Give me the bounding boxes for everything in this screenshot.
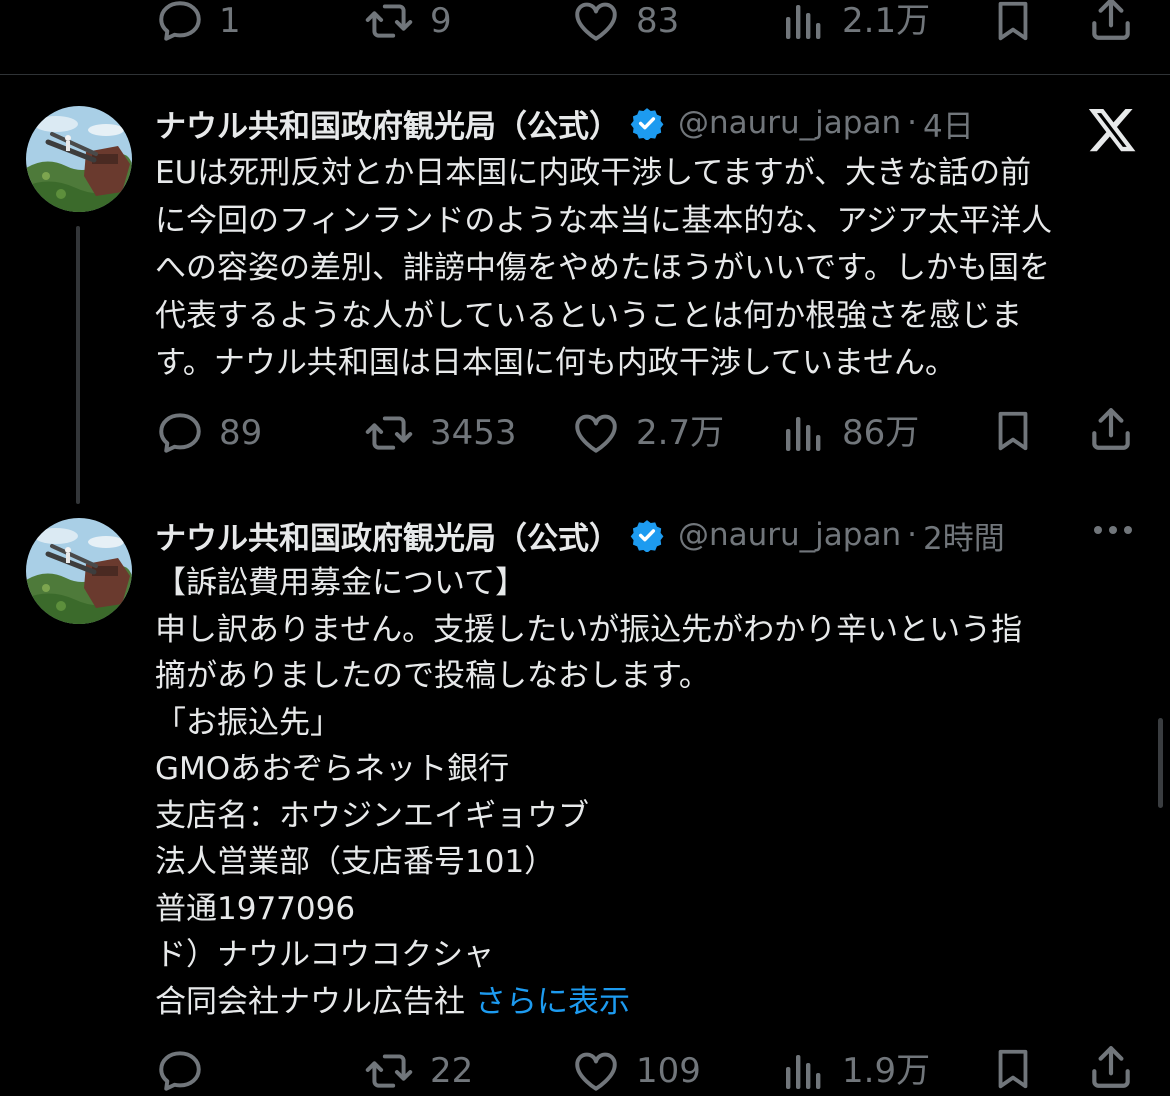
views-count: 2.1万 [842, 1, 931, 41]
user-handle[interactable]: @nauru_japan [678, 517, 901, 553]
text-line: GMOあおぞらネット銀行 [155, 751, 510, 787]
retweet-count: 3453 [430, 413, 517, 453]
bookmark-button[interactable] [990, 1044, 1036, 1094]
reply-button[interactable]: 1 [155, 0, 241, 46]
heart-icon [570, 1046, 622, 1096]
share-button[interactable] [1086, 404, 1136, 454]
tweet-header: ナウル共和国政府観光局（公式） @nauru_japan · 4日 [155, 101, 974, 146]
avatar[interactable] [26, 518, 132, 624]
reply-count: 89 [219, 413, 263, 453]
avatar[interactable] [26, 106, 132, 212]
views-icon [780, 408, 828, 458]
reply-icon [155, 1046, 205, 1096]
show-more-link[interactable]: さらに表示 [475, 984, 630, 1020]
views-button[interactable]: 1.9万 [780, 1046, 930, 1096]
thread-line [76, 226, 80, 504]
like-button[interactable]: 2.7万 [570, 408, 724, 458]
views-icon [780, 0, 828, 46]
share-icon [1086, 0, 1136, 44]
text-line: EUは死刑反対とか日本国に内政干渉してますが、大きな話の前 [155, 155, 1032, 191]
bookmark-button[interactable] [990, 406, 1036, 456]
text-line: す。ナウル共和国は日本国に何も内政干渉していません。 [155, 345, 957, 381]
text-line: への容姿の差別、誹謗中傷をやめたほうがいいです。しかも国を [155, 250, 1050, 286]
text-line: 代表するような人がしているということは何か根強さを感じま [155, 297, 1023, 334]
verified-badge-icon [630, 106, 664, 140]
text-line: 支店名：ホウジンエイギョウブ [155, 797, 589, 834]
reply-button[interactable]: 89 [155, 408, 262, 458]
views-count: 1.9万 [842, 1051, 931, 1091]
text-line: 法人営業部（支店番号101） [155, 844, 556, 880]
tweet-text: 【訴訟費用募金について】 申し訳ありません。支援したいが振込先がわかり辛いという… [155, 560, 1145, 1025]
reply-icon [155, 408, 205, 458]
retweet-count: 22 [430, 1051, 474, 1091]
like-button[interactable]: 109 [570, 1046, 701, 1096]
display-name[interactable]: ナウル共和国政府観光局（公式） [155, 513, 620, 558]
more-options-icon[interactable] [1094, 526, 1132, 534]
like-button[interactable]: 83 [570, 0, 679, 46]
like-count: 2.7万 [636, 413, 725, 453]
tweet-text: EUは死刑反対とか日本国に内政干渉してますが、大きな話の前 に今回のフィンランド… [155, 150, 1145, 388]
share-button[interactable] [1086, 0, 1136, 44]
views-button[interactable]: 86万 [780, 408, 919, 458]
retweet-button[interactable]: 9 [362, 0, 452, 46]
share-button[interactable] [1086, 1042, 1136, 1092]
like-count: 109 [636, 1051, 701, 1091]
timestamp[interactable]: 2時間 [923, 513, 1005, 558]
text-line: 「お振込先」 [155, 704, 341, 741]
text-line: 普通1977096 [155, 890, 356, 927]
verified-badge-icon [630, 518, 664, 552]
retweet-icon [362, 1046, 416, 1096]
tweet-header: ナウル共和国政府観光局（公式） @nauru_japan · 2時間 [155, 513, 1005, 558]
share-icon [1086, 1042, 1136, 1092]
scrollbar[interactable] [1158, 718, 1163, 808]
heart-icon [570, 408, 622, 458]
tweet-divider [0, 74, 1170, 75]
like-count: 83 [636, 1, 680, 41]
bookmark-icon [990, 1044, 1036, 1094]
user-handle[interactable]: @nauru_japan [678, 105, 901, 141]
bookmark-icon [990, 0, 1036, 46]
bookmark-button[interactable] [990, 0, 1036, 46]
text-line-content: 合同会社ナウル広告社 [155, 983, 465, 1020]
retweet-button[interactable]: 3453 [362, 408, 517, 458]
text-line: 摘がありましたので投稿しなおします。 [155, 658, 710, 694]
reply-icon [155, 0, 205, 46]
views-button[interactable]: 2.1万 [780, 0, 930, 46]
bookmark-icon [990, 406, 1036, 456]
views-icon [780, 1046, 828, 1096]
separator-dot: · [907, 105, 917, 141]
retweet-icon [362, 0, 416, 46]
share-icon [1086, 404, 1136, 454]
text-line: ド）ナウルコウコクシャ [155, 937, 495, 973]
timestamp[interactable]: 4日 [923, 101, 974, 146]
avatar-photo [26, 518, 132, 624]
display-name[interactable]: ナウル共和国政府観光局（公式） [155, 101, 620, 146]
retweet-count: 9 [430, 1, 452, 41]
separator-dot: · [907, 517, 917, 553]
retweet-button[interactable]: 22 [362, 1046, 473, 1096]
reply-count: 1 [219, 1, 241, 41]
text-line: に今回のフィンランドのような本当に基本的な、アジア太平洋人 [155, 202, 1053, 239]
text-line: 申し訳ありません。支援したいが振込先がわかり辛いという指 [155, 611, 1023, 648]
retweet-icon [362, 408, 416, 458]
reply-button[interactable] [155, 1046, 205, 1096]
x-logo-icon [1086, 104, 1138, 156]
avatar-photo [26, 106, 132, 212]
heart-icon [570, 0, 622, 46]
text-line: 【訴訟費用募金について】 [155, 565, 527, 601]
views-count: 86万 [842, 413, 920, 453]
text-line-last: 合同会社ナウル広告社 さらに表示 [155, 979, 1145, 1026]
